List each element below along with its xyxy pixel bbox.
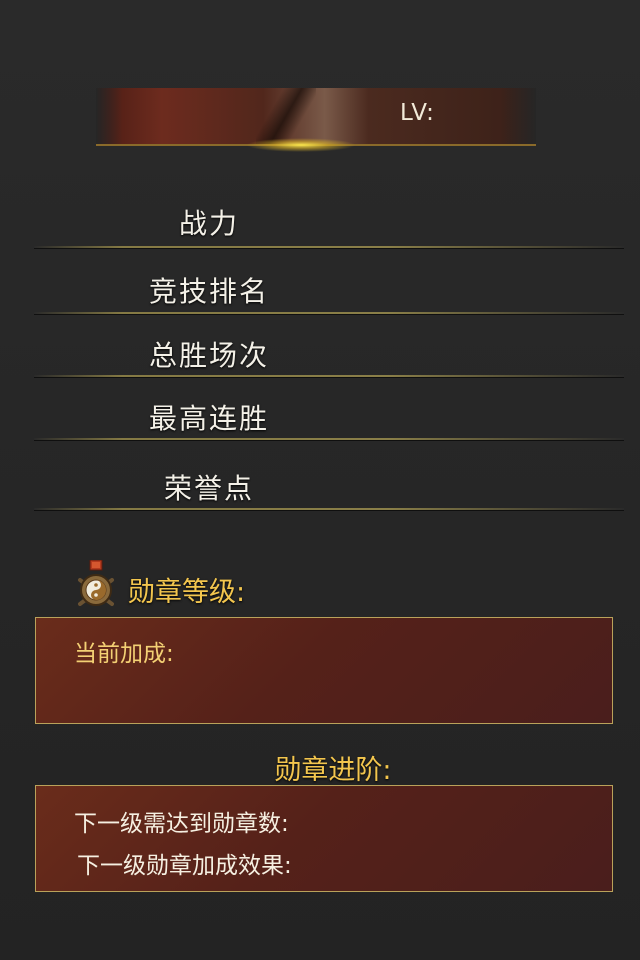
stat-row-best-streak: 最高连胜	[34, 377, 624, 440]
current-bonus-label: 当前加成:	[74, 641, 174, 667]
level-label: LV:	[400, 100, 435, 126]
arena-rank-label: 竞技排名	[148, 275, 269, 308]
stat-row-combat-power: 战力	[34, 180, 624, 248]
combat-power-label: 战力	[178, 207, 239, 240]
header-banner	[96, 88, 536, 152]
total-wins-label: 总胜场次	[148, 339, 269, 372]
stat-row-arena-rank: 竞技排名	[34, 248, 624, 314]
best-streak-label: 最高连胜	[148, 402, 269, 435]
current-bonus-panel: 当前加成:	[35, 617, 613, 724]
medal-advance-title: 勋章进阶:	[274, 755, 392, 786]
medal-level-title: 勋章等级:	[128, 577, 246, 608]
player-profile-screen: LV: 战力 竞技排名 总胜场次 最高连胜 荣誉点 勋章等级: 当前加成: 勋章…	[0, 0, 640, 960]
stat-row-total-wins: 总胜场次	[34, 314, 624, 377]
honor-points-label: 荣誉点	[163, 472, 254, 505]
next-level-bonus-label: 下一级勋章加成效果:	[77, 853, 292, 879]
advance-panel: 下一级需达到勋章数: 下一级勋章加成效果:	[35, 785, 613, 892]
next-level-required-label: 下一级需达到勋章数:	[74, 811, 289, 837]
stat-row-honor-points: 荣誉点	[34, 440, 624, 510]
banner-glow	[246, 138, 356, 152]
taiji-medal-icon	[76, 559, 116, 608]
